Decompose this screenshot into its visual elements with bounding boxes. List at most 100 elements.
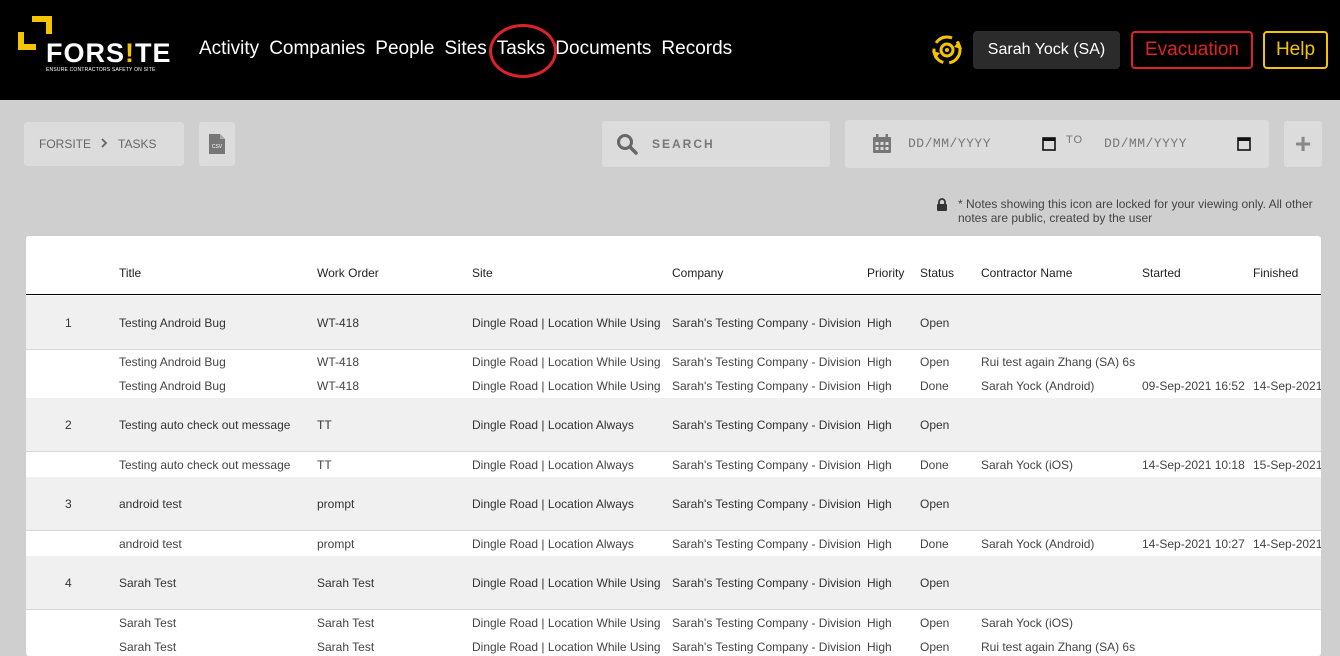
breadcrumb: FORSITE TASKS [24,122,184,166]
work-order: Sarah Test [317,616,375,630]
help-button[interactable]: Help [1263,31,1328,69]
status: Open [920,497,950,511]
priority: High [867,497,892,511]
search-icon[interactable] [616,133,638,155]
site: Dingle Road | Location While Using [472,616,661,630]
chevron-right-icon [101,137,108,151]
nav-activity[interactable]: Activity [199,38,259,60]
task-title: Sarah Test [119,576,177,590]
sub-row[interactable]: Sarah Test Sarah Test Dingle Road | Loca… [26,635,1321,656]
csv-export-button[interactable]: CSV [199,122,235,166]
sub-row[interactable]: Testing Android Bug WT-418 Dingle Road |… [26,350,1321,374]
status: Open [920,616,950,630]
row-number: 4 [65,576,72,590]
col-priority[interactable]: Priority [867,266,904,280]
contractor-name: Sarah Yock (iOS) [981,616,1074,630]
started: 14-Sep-2021 10:27 [1142,537,1245,551]
col-finished[interactable]: Finished [1253,266,1298,280]
logo-tagline: ENSURE CONTRACTORS SAFETY ON SITE [46,67,156,73]
site: Dingle Road | Location While Using [472,316,661,330]
company: Sarah's Testing Company - Division [672,316,861,330]
col-title[interactable]: Title [119,266,141,280]
evacuation-button[interactable]: Evacuation [1131,31,1253,69]
table-header: Title Work Order Site Company Priority S… [26,236,1321,295]
search-input[interactable] [652,133,822,155]
col-contractor[interactable]: Contractor Name [981,266,1072,280]
top-bar: FORS!TE ENSURE CONTRACTORS SAFETY ON SIT… [0,0,1340,100]
work-order: Sarah Test [317,576,375,590]
sub-row[interactable]: android test prompt Dingle Road | Locati… [26,532,1321,556]
csv-label: CSV [212,144,223,150]
work-order: WT-418 [317,316,360,330]
date-to-label: TO [1066,134,1084,146]
col-status[interactable]: Status [920,266,954,280]
company: Sarah's Testing Company - Division [672,355,861,369]
task-title: Testing auto check out message [119,418,291,432]
site: Dingle Road | Location Always [472,418,634,432]
priority: High [867,640,892,654]
sub-row[interactable]: Testing Android Bug WT-418 Dingle Road |… [26,374,1321,398]
col-company[interactable]: Company [672,266,723,280]
forsite-logo[interactable]: FORS!TE ENSURE CONTRACTORS SAFETY ON SIT… [18,16,178,76]
site: Dingle Road | Location Always [472,537,634,551]
sub-row[interactable]: Testing auto check out message TT Dingle… [26,453,1321,477]
site: Dingle Road | Location Always [472,458,634,472]
site: Dingle Road | Location While Using [472,576,661,590]
nav-tasks-wrap: Tasks [488,24,557,78]
date-from-input[interactable]: DD/MM/YYYY [908,136,991,151]
nav-records[interactable]: Records [661,38,732,60]
contractor-name: Sarah Yock (Android) [981,379,1095,393]
status: Done [920,379,949,393]
task-title: android test [119,537,182,551]
table-row[interactable]: 4 Sarah Test Sarah Test Dingle Road | Lo… [26,556,1321,610]
date-from-picker-icon[interactable] [1042,136,1056,151]
col-work-order[interactable]: Work Order [317,266,379,280]
user-menu-button[interactable]: Sarah Yock (SA) [973,31,1120,69]
site: Dingle Road | Location While Using [472,379,661,393]
nav-companies[interactable]: Companies [269,38,365,60]
company: Sarah's Testing Company - Division [672,576,861,590]
col-site[interactable]: Site [472,266,493,280]
sub-row[interactable]: Sarah Test Sarah Test Dingle Road | Loca… [26,611,1321,635]
priority: High [867,537,892,551]
add-task-button[interactable]: + [1284,121,1322,167]
nav-documents[interactable]: Documents [555,38,651,60]
site: Dingle Road | Location While Using [472,640,661,654]
company: Sarah's Testing Company - Division [672,418,861,432]
row-number: 3 [65,497,72,511]
date-to-input[interactable]: DD/MM/YYYY [1104,136,1187,151]
table-row[interactable]: 2 Testing auto check out message TT Ding… [26,398,1321,452]
company: Sarah's Testing Company - Division [672,458,861,472]
priority: High [867,576,892,590]
breadcrumb-forsite[interactable]: FORSITE [39,137,91,151]
status: Open [920,640,950,654]
work-order: prompt [317,497,355,511]
main-nav: Activity Companies People Sites Tasks Do… [199,24,732,78]
work-order: Sarah Test [317,640,375,654]
company: Sarah's Testing Company - Division [672,616,861,630]
calendar-icon [873,134,891,153]
status: Open [920,355,950,369]
date-range-filter: DD/MM/YYYY TO DD/MM/YYYY [845,120,1269,168]
status: Open [920,576,950,590]
task-title: Testing Android Bug [119,316,226,330]
priority: High [867,355,892,369]
logo-wordmark: FORS!TE [46,38,172,68]
table-row[interactable]: 3 android test prompt Dingle Road | Loca… [26,477,1321,531]
tasks-table: Title Work Order Site Company Priority S… [26,236,1321,656]
status: Open [920,418,950,432]
table-row[interactable]: 1 Testing Android Bug WT-418 Dingle Road… [26,296,1321,350]
work-order: TT [317,458,332,472]
lock-icon [937,198,947,211]
col-started[interactable]: Started [1142,266,1181,280]
task-title: Testing Android Bug [119,379,226,393]
finished: 14-Sep-2021 [1253,379,1321,393]
company: Sarah's Testing Company - Division [672,379,861,393]
nav-people[interactable]: People [375,38,434,60]
priority: High [867,458,892,472]
status: Done [920,458,949,472]
nav-sites[interactable]: Sites [444,38,486,60]
finished: 15-Sep-2021 [1253,458,1321,472]
date-to-picker-icon[interactable] [1237,136,1251,151]
sync-gear-icon[interactable] [930,33,964,67]
